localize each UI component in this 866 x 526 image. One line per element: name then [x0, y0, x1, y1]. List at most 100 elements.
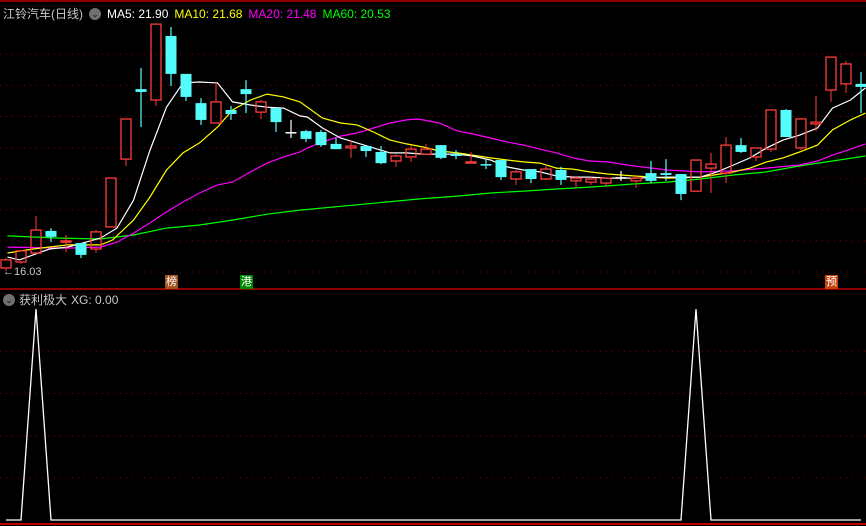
candle — [75, 243, 87, 259]
indicator-value: XG: 0.00 — [71, 292, 119, 307]
candle-body — [120, 118, 132, 160]
candle — [315, 129, 327, 147]
candle — [150, 23, 162, 106]
signal-marker[interactable]: 预 — [825, 275, 838, 289]
candle-body — [465, 161, 477, 164]
candle-body — [450, 154, 462, 156]
ma60-value: MA60: 20.53 — [322, 6, 391, 21]
indicator-header: ⌄ 获利极大 XG: 0.00 — [3, 291, 122, 308]
candle-body — [435, 145, 447, 158]
candle-body — [840, 63, 852, 85]
ma10-line — [7, 93, 866, 254]
candle-body — [15, 250, 27, 263]
candle-body — [855, 83, 866, 87]
candle-body — [60, 240, 72, 243]
candle-body — [765, 109, 777, 150]
signal-marker[interactable]: 港 — [240, 275, 253, 289]
candle — [90, 230, 102, 254]
chart-title: 江铃汽车(日线) — [3, 7, 83, 21]
candle — [570, 175, 582, 189]
candle — [645, 160, 657, 184]
candle-body — [315, 132, 327, 146]
candle — [555, 166, 567, 185]
candle — [45, 228, 57, 243]
candle-body — [165, 35, 177, 74]
candle-body — [270, 108, 282, 123]
candle — [435, 145, 447, 160]
candle-body — [195, 103, 207, 120]
candle — [420, 143, 432, 155]
candle — [180, 73, 192, 101]
candle — [240, 80, 252, 114]
candle — [780, 109, 792, 138]
candle-body — [300, 131, 312, 139]
candle — [300, 129, 312, 143]
ma20-line — [7, 118, 866, 249]
candle-body — [225, 109, 237, 115]
candle — [390, 154, 402, 167]
candle — [330, 137, 342, 150]
candle — [210, 82, 222, 124]
candle-body — [630, 177, 642, 182]
main-chart-header: 江铃汽车(日线) ⌄ MA5: 21.90 MA10: 21.68 MA20: … — [3, 5, 397, 22]
candle-body — [285, 132, 297, 134]
candle — [285, 119, 297, 138]
candle-body — [135, 89, 147, 92]
candle-body — [45, 230, 57, 237]
candle — [165, 26, 177, 87]
candle-body — [330, 143, 342, 150]
candle — [675, 174, 687, 201]
candle — [450, 150, 462, 160]
candle-body — [390, 155, 402, 162]
candle — [690, 159, 702, 192]
candle-body — [375, 151, 387, 164]
candle-body — [675, 174, 687, 194]
candle-body — [75, 243, 87, 255]
candle-body — [525, 169, 537, 180]
candle — [525, 169, 537, 184]
candle — [480, 159, 492, 170]
candle — [120, 118, 132, 166]
candle — [195, 98, 207, 125]
ma10-value: MA10: 21.68 — [174, 6, 243, 21]
candle — [600, 177, 612, 186]
candle — [855, 72, 866, 114]
candle — [135, 67, 147, 128]
candle-body — [345, 145, 357, 149]
candle-body — [570, 177, 582, 182]
candle — [630, 175, 642, 189]
candle — [345, 140, 357, 158]
candle — [270, 108, 282, 133]
ma20-value: MA20: 21.48 — [248, 6, 317, 21]
candle-body — [810, 121, 822, 125]
candle — [615, 170, 627, 181]
candle-body — [360, 146, 372, 152]
signal-marker[interactable]: 榜 — [165, 275, 178, 289]
candle-body — [495, 160, 507, 178]
candle-body — [105, 177, 117, 228]
low-price-label: ←16.03 — [3, 266, 42, 278]
chart-canvas[interactable] — [0, 0, 866, 526]
candle-body — [420, 148, 432, 155]
candle-body — [690, 159, 702, 192]
candle — [825, 56, 837, 102]
candle-body — [510, 171, 522, 180]
candle — [465, 151, 477, 164]
chevron-down-icon[interactable]: ⌄ — [3, 293, 15, 306]
candle-body — [735, 145, 747, 152]
candle-body — [615, 177, 627, 179]
xg-signal-line — [6, 308, 861, 521]
candle-body — [480, 164, 492, 166]
ma5-value: MA5: 21.90 — [107, 6, 169, 21]
candle-body — [720, 144, 732, 174]
chevron-down-icon[interactable]: ⌄ — [89, 7, 101, 20]
candle — [510, 169, 522, 185]
candle-body — [555, 169, 567, 180]
stock-chart: 江铃汽车(日线) ⌄ MA5: 21.90 MA10: 21.68 MA20: … — [0, 0, 866, 526]
candle-body — [210, 101, 222, 124]
candle-body — [645, 173, 657, 181]
candle-body — [240, 89, 252, 95]
indicator-name: 获利极大 — [19, 293, 68, 307]
candle — [840, 60, 852, 93]
candle — [495, 160, 507, 180]
